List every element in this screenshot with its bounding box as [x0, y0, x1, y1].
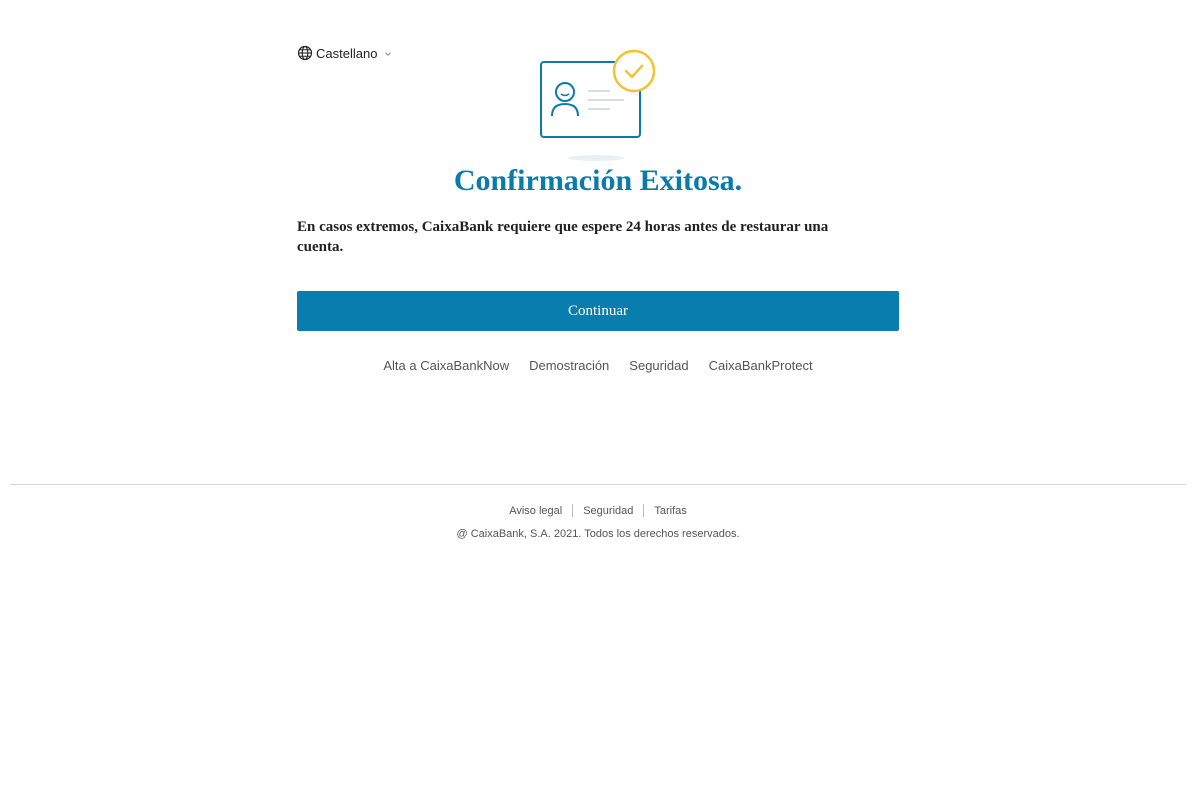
footer-link-seguridad[interactable]: Seguridad [573, 505, 643, 517]
secondary-links: Alta a CaixaBankNow Demostración Segurid… [297, 358, 899, 373]
link-alta-caixabanknow[interactable]: Alta a CaixaBankNow [383, 358, 509, 373]
link-caixabankprotect[interactable]: CaixaBankProtect [709, 358, 813, 373]
footer-link-aviso-legal[interactable]: Aviso legal [499, 505, 572, 517]
globe-icon [297, 45, 313, 61]
footer-link-tarifas[interactable]: Tarifas [644, 505, 696, 517]
page-title: Confirmación Exitosa. [453, 164, 743, 197]
id-card-check-icon [538, 48, 660, 163]
chevron-down-icon [383, 49, 393, 59]
footer-links: Aviso legal Seguridad Tarifas [0, 504, 1196, 517]
confirmation-message: En casos extremos, CaixaBank requiere qu… [297, 219, 829, 255]
language-label: Castellano [316, 45, 378, 61]
continue-button[interactable]: Continuar [297, 291, 899, 331]
language-selector[interactable]: Castellano [297, 45, 393, 61]
footer-divider [10, 484, 1186, 485]
link-seguridad[interactable]: Seguridad [629, 358, 688, 373]
link-demostracion[interactable]: Demostración [529, 358, 609, 373]
copyright-text: @ CaixaBank, S.A. 2021. Todos los derech… [456, 528, 740, 540]
